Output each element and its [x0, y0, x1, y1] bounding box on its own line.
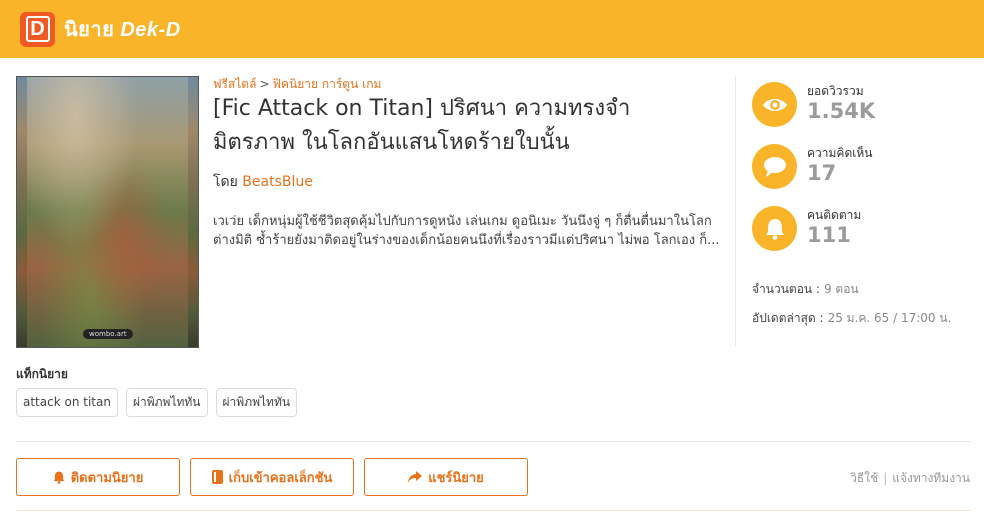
cover-watermark: wombo.art — [83, 329, 133, 339]
bell-icon — [752, 206, 797, 251]
last-updated-label: อัปเดตล่าสุด : — [752, 311, 824, 325]
author-prefix: โดย — [213, 174, 238, 190]
cover-art — [27, 77, 188, 347]
follow-story-button[interactable]: ติดตามนิยาย — [16, 458, 180, 496]
bell-icon — [53, 471, 65, 484]
dekd-logo-icon[interactable]: D — [20, 11, 55, 47]
stat-comments-value: 17 — [807, 161, 837, 185]
stat-views-value: 1.54K — [807, 99, 876, 123]
add-to-collection-label: เก็บเข้าคอลเล็กชัน — [228, 470, 333, 486]
footer-separator: | — [883, 471, 888, 485]
tag-chip[interactable]: attack on titan — [16, 388, 118, 417]
stat-followers-value: 111 — [807, 223, 851, 247]
chapter-count-label: จำนวนตอน : — [752, 282, 820, 296]
site-name: นิยาย — [64, 17, 115, 41]
bottom-divider — [16, 510, 971, 511]
chapter-count: จำนวนตอน :9 ตอน — [752, 280, 859, 299]
author-line: โดย BeatsBlue — [213, 171, 313, 193]
follow-story-label: ติดตามนิยาย — [70, 470, 144, 486]
author-link[interactable]: BeatsBlue — [242, 174, 313, 190]
eye-icon — [752, 82, 797, 127]
tag-chip[interactable]: ผ่าพิภพไททัน — [215, 388, 298, 417]
howto-link[interactable]: วิธีใช้ — [850, 471, 878, 485]
vertical-divider — [735, 76, 736, 346]
last-updated: อัปเดตล่าสุด :25 ม.ค. 65 / 17:00 น. — [752, 309, 951, 328]
share-story-label: แชร์นิยาย — [428, 470, 484, 486]
breadcrumb-subcategory-link[interactable]: ฟิคนิยาย การ์ตูน เกม — [273, 77, 382, 91]
tag-chip[interactable]: ผ่าพิภพไททัน — [125, 388, 208, 417]
story-synopsis: เวเว่ย เด็กหนุ่มผู้ใช้ชีวิตสุดคุ้มไปกับก… — [213, 214, 720, 248]
horizontal-divider — [16, 441, 971, 442]
chapter-count-value: 9 ตอน — [823, 282, 859, 296]
share-story-button[interactable]: แชร์นิยาย — [364, 458, 528, 496]
brand-name: Dek-D — [120, 19, 181, 41]
story-content: wombo.art ฟรีสไตล์ > ฟิคนิยาย การ์ตูน เกม … — [0, 58, 984, 513]
tag-list: attack on titan ผ่าพิภพไททัน ผ่าพิภพไททั… — [16, 388, 298, 417]
comment-icon — [752, 144, 797, 189]
breadcrumb-separator: > — [259, 77, 270, 91]
footer-links: วิธีใช้ | แจ้งทางทีมงาน — [850, 469, 970, 488]
logo-letter: D — [25, 16, 50, 42]
tags-heading: แท็กนิยาย — [16, 367, 68, 381]
book-icon — [211, 470, 223, 484]
last-updated-value: 25 ม.ค. 65 / 17:00 น. — [827, 311, 952, 325]
report-link[interactable]: แจ้งทางทีมงาน — [892, 471, 970, 485]
story-title: [Fic Attack on Titan] ปริศนา ความทรงจำ ม… — [213, 96, 631, 155]
top-bar: D นิยาย Dek-D — [0, 0, 984, 58]
site-logo-text[interactable]: นิยาย Dek-D — [64, 13, 181, 45]
breadcrumb-category-link[interactable]: ฟรีสไตล์ — [213, 77, 256, 91]
add-to-collection-button[interactable]: เก็บเข้าคอลเล็กชัน — [190, 458, 354, 496]
share-icon — [408, 471, 423, 483]
story-cover-image: wombo.art — [16, 76, 199, 348]
